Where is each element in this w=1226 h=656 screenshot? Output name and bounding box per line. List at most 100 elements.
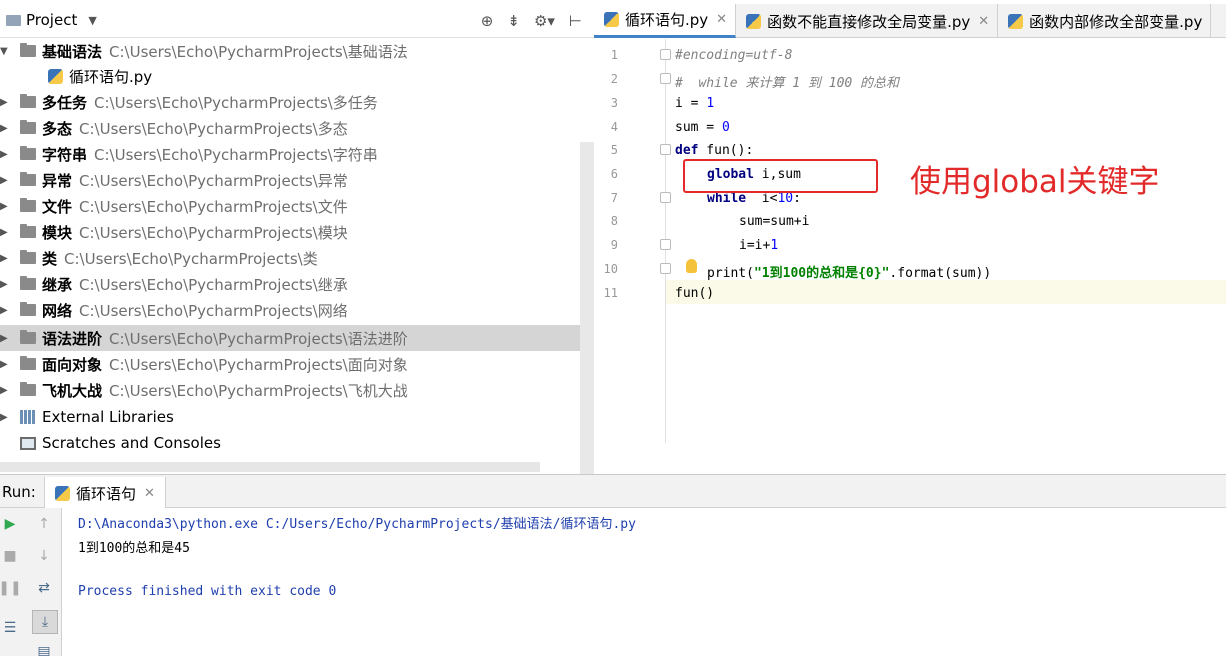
tree-item-selected[interactable]: ▶ 语法进阶 C:\Users\Echo\PycharmProjects\语法进… (0, 325, 594, 351)
collapse-arrow-icon[interactable]: ▶ (0, 333, 8, 344)
tree-item-name: 飞机大战 (42, 381, 103, 400)
run-toolbar: ▶ ↑ ■ ↓ ❚❚ ⇄ ☰ ⤓ ▤ (0, 508, 62, 656)
folder-icon (20, 94, 36, 108)
fold-marker-icon[interactable] (660, 49, 671, 60)
tab-inactive[interactable]: 函数不能直接修改全局变量.py ✕ (736, 4, 999, 38)
project-view-selector[interactable]: Project ▼ (6, 11, 97, 29)
collapse-all-icon[interactable]: ⇟ (507, 12, 520, 30)
collapse-arrow-icon[interactable]: ▶ (0, 175, 8, 186)
layout-icon[interactable]: ☰ (0, 618, 20, 638)
fold-marker-icon[interactable] (660, 239, 671, 250)
fold-marker-icon[interactable] (660, 263, 671, 274)
tree-item-scratches[interactable]: Scratches and Consoles (0, 430, 594, 456)
tree-item-folder[interactable]: ▶ 类 C:\Users\Echo\PycharmProjects\类 (0, 245, 594, 271)
tree-item-name: 文件 (42, 197, 73, 216)
folder-icon (20, 276, 36, 290)
code-line-8: sum=sum+i (739, 214, 810, 229)
collapse-arrow-icon[interactable]: ▶ (0, 97, 8, 108)
tree-item-folder[interactable]: ▶ 多态 C:\Users\Echo\PycharmProjects\多态 (0, 115, 594, 141)
close-icon[interactable]: ✕ (144, 486, 155, 501)
collapse-arrow-icon[interactable]: ▶ (0, 385, 8, 396)
run-console[interactable]: D:\Anaconda3\python.exe C:/Users/Echo/Py… (62, 508, 1226, 656)
tree-item-folder[interactable]: ▶ 模块 C:\Users\Echo\PycharmProjects\模块 (0, 219, 594, 245)
arrow-up-icon[interactable]: ↑ (34, 514, 54, 534)
tree-item-name: External Libraries (42, 408, 174, 426)
tab-inactive[interactable]: 函数内部修改全部变量.py (998, 4, 1212, 38)
print-icon[interactable]: ▤ (34, 642, 54, 656)
console-line: Process finished with exit code 0 (78, 584, 337, 599)
tree-item-folder[interactable]: ▶ 飞机大战 C:\Users\Echo\PycharmProjects\飞机大… (0, 377, 594, 403)
chevron-down-icon: ▼ (88, 13, 97, 27)
code-token: i=i+ (739, 238, 771, 253)
code-token: 0 (721, 120, 730, 135)
tree-item-name: 异常 (42, 171, 73, 190)
fold-marker-icon[interactable] (660, 73, 671, 84)
project-vertical-scrollbar[interactable] (580, 142, 594, 474)
fold-marker-icon[interactable] (660, 144, 671, 155)
collapse-arrow-icon[interactable]: ▶ (0, 253, 8, 264)
gear-icon[interactable]: ⚙▾ (534, 12, 555, 30)
console-line: 1到100的总和是45 (78, 541, 190, 556)
tree-item-folder[interactable]: ▶ 异常 C:\Users\Echo\PycharmProjects\异常 (0, 167, 594, 193)
tab-active[interactable]: 循环语句.py ✕ (594, 4, 737, 38)
folder-icon (20, 224, 36, 238)
line-number: 6 (610, 167, 618, 181)
run-tab-label: 循环语句 (76, 484, 137, 503)
library-icon (20, 410, 36, 424)
rerun-icon[interactable]: ▶ (0, 514, 20, 534)
tree-item-file[interactable]: 循环语句.py (0, 63, 594, 89)
collapse-arrow-icon[interactable]: ▶ (0, 359, 8, 370)
expand-arrow-icon[interactable]: ▼ (0, 46, 8, 57)
code-line-10: print("1到100的总和是{0}".format(sum)) (707, 262, 991, 281)
tree-item-path: C:\Users\Echo\PycharmProjects\飞机大战 (109, 381, 408, 400)
folder-icon (20, 330, 36, 344)
tree-item-folder[interactable]: ▶ 文件 C:\Users\Echo\PycharmProjects\文件 (0, 193, 594, 219)
tree-item-name: 面向对象 (42, 355, 103, 374)
tree-item-external-libraries[interactable]: ▶ External Libraries (0, 404, 594, 430)
collapse-arrow-icon[interactable]: ▶ (0, 279, 8, 290)
project-tree: ▼ 基础语法 C:\Users\Echo\PycharmProjects\基础语… (0, 38, 594, 474)
stop-icon[interactable]: ■ (0, 546, 20, 566)
tree-item-path: C:\Users\Echo\PycharmProjects\模块 (79, 223, 348, 242)
line-number: 9 (610, 238, 618, 252)
tree-item-基础语法[interactable]: ▼ 基础语法 C:\Users\Echo\PycharmProjects\基础语… (0, 38, 594, 64)
code-editor[interactable]: 1 2 3 4 5 6 7 8 9 10 11 #encoding=utf-8 … (594, 39, 1226, 443)
collapse-arrow-icon[interactable]: ▶ (0, 227, 8, 238)
collapse-arrow-icon[interactable]: ▶ (0, 412, 8, 423)
arrow-down-icon[interactable]: ↓ (34, 546, 54, 566)
python-file-icon (55, 485, 70, 501)
fold-marker-icon[interactable] (660, 192, 671, 203)
tree-item-folder[interactable]: ▶ 继承 C:\Users\Echo\PycharmProjects\继承 (0, 271, 594, 297)
project-horizontal-scrollbar[interactable] (0, 462, 540, 472)
soft-wrap-icon[interactable]: ⇄ (34, 578, 54, 598)
project-folder-icon (6, 14, 21, 26)
hide-panel-icon[interactable]: ⊢ (569, 12, 582, 30)
line-number: 8 (610, 214, 618, 228)
close-icon[interactable]: ✕ (716, 12, 727, 27)
code-token: .format(sum)) (889, 266, 992, 281)
tree-item-folder[interactable]: ▶ 面向对象 C:\Users\Echo\PycharmProjects\面向对… (0, 351, 594, 377)
code-token: "1到100的总和是{0}" (753, 266, 890, 281)
collapse-arrow-icon[interactable]: ▶ (0, 305, 8, 316)
tree-item-path: C:\Users\Echo\PycharmProjects\语法进阶 (109, 329, 408, 348)
lightbulb-icon[interactable] (686, 259, 697, 273)
tree-item-name: 类 (42, 249, 58, 268)
collapse-arrow-icon[interactable]: ▶ (0, 149, 8, 160)
locate-icon[interactable]: ⊕ (481, 12, 494, 30)
tree-item-folder[interactable]: ▶ 网络 C:\Users\Echo\PycharmProjects\网络 (0, 297, 594, 323)
run-label: Run: (2, 483, 36, 501)
tab-label: 函数不能直接修改全局变量.py (767, 12, 971, 31)
run-tab[interactable]: 循环语句 ✕ (44, 477, 166, 509)
project-panel-header: Project ▼ ⊕ ⇟ ⚙▾ ⊢ (0, 4, 594, 38)
tree-item-folder[interactable]: ▶ 字符串 C:\Users\Echo\PycharmProjects\字符串 (0, 141, 594, 167)
collapse-arrow-icon[interactable]: ▶ (0, 123, 8, 134)
scroll-to-end-icon[interactable]: ⤓ (32, 610, 58, 634)
tree-item-folder[interactable]: ▶ 多任务 C:\Users\Echo\PycharmProjects\多任务 (0, 89, 594, 115)
pause-icon[interactable]: ❚❚ (0, 578, 22, 598)
tree-item-name: 语法进阶 (42, 329, 103, 348)
tree-item-name: 多任务 (42, 93, 88, 112)
folder-icon (20, 43, 36, 57)
tree-item-name: 继承 (42, 275, 73, 294)
collapse-arrow-icon[interactable]: ▶ (0, 201, 8, 212)
close-icon[interactable]: ✕ (978, 14, 989, 29)
